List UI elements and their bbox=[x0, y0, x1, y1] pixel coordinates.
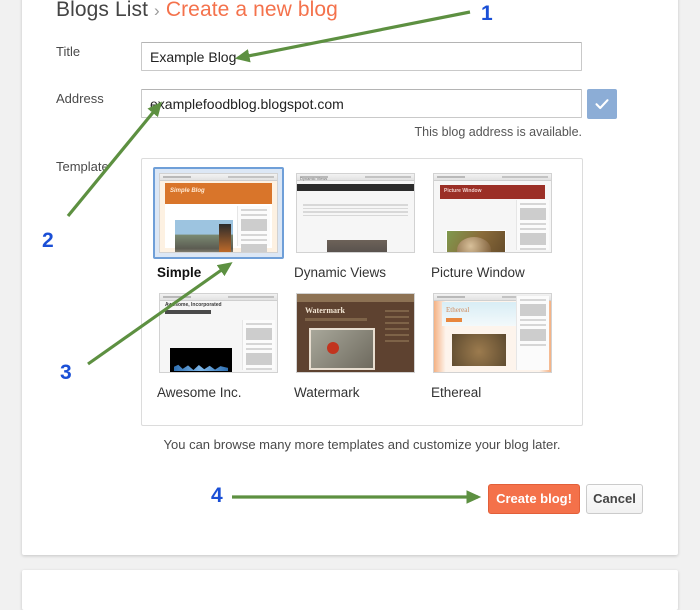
breadcrumb-separator-icon: › bbox=[154, 1, 160, 20]
thumbnail-content-area bbox=[165, 204, 272, 252]
thumbnail-photo bbox=[170, 348, 232, 372]
template-thumbnail-dynamic-views: Dynamic Views bbox=[296, 173, 415, 253]
template-option-ethereal[interactable]: Ethereal Ethereal bbox=[427, 287, 564, 400]
thumbnail-sidebar bbox=[516, 200, 549, 250]
breadcrumb-current: Create a new blog bbox=[165, 0, 338, 21]
template-thumbnail-picture-window: Picture Window bbox=[433, 173, 552, 253]
thumbnail-browser-bar-icon bbox=[297, 294, 414, 302]
thumbnail-blog-title: Simple Blog bbox=[170, 188, 205, 194]
template-picker-panel: Simple Blog Simple Dynamic Views Dynamic… bbox=[141, 158, 583, 426]
template-option-simple[interactable]: Simple Blog Simple bbox=[153, 167, 290, 280]
address-confirm-button[interactable] bbox=[587, 89, 617, 119]
thumbnail-nav-band bbox=[305, 318, 367, 321]
thumbnail-nav-band bbox=[297, 184, 414, 191]
template-thumbnail-wrap: Dynamic Views bbox=[290, 167, 421, 259]
thumbnail-sidebar bbox=[242, 320, 275, 370]
thumbnail-content-area bbox=[297, 198, 414, 252]
create-blog-button[interactable]: Create blog! bbox=[488, 484, 580, 514]
template-name-simple: Simple bbox=[157, 265, 202, 280]
annotation-number-2: 2 bbox=[42, 229, 54, 252]
template-option-dynamic-views[interactable]: Dynamic Views Dynamic Views bbox=[290, 167, 427, 280]
check-icon bbox=[594, 96, 610, 112]
thumbnail-sidebar bbox=[516, 296, 549, 370]
thumbnail-sidebar bbox=[237, 206, 270, 252]
template-name-ethereal: Ethereal bbox=[431, 385, 482, 400]
template-thumbnail-wrap: Ethereal bbox=[427, 287, 558, 379]
breadcrumb: Blogs List › Create a new blog bbox=[56, 0, 338, 22]
thumbnail-browser-bar-icon bbox=[434, 174, 551, 181]
template-name-dynamic-views: Dynamic Views bbox=[294, 265, 387, 280]
annotation-number-4: 4 bbox=[211, 484, 223, 507]
annotation-number-3: 3 bbox=[60, 361, 72, 384]
title-input[interactable] bbox=[141, 42, 582, 71]
template-label: Template bbox=[56, 159, 109, 174]
thumbnail-photo bbox=[452, 334, 506, 366]
address-availability-status: This blog address is available. bbox=[414, 125, 582, 139]
cancel-button[interactable]: Cancel bbox=[586, 484, 643, 514]
template-thumbnail-wrap: Simple Blog bbox=[153, 167, 284, 259]
thumbnail-blog-title: Dynamic Views bbox=[300, 176, 328, 181]
thumbnail-header-band: Simple Blog bbox=[165, 183, 272, 204]
template-help-text: You can browse many more templates and c… bbox=[163, 437, 561, 452]
thumbnail-header-band: Picture Window bbox=[440, 185, 545, 199]
thumbnail-blog-title: Watermark bbox=[305, 306, 345, 315]
address-label: Address bbox=[56, 91, 104, 106]
thumbnail-badge bbox=[446, 318, 462, 322]
template-thumbnail-ethereal: Ethereal bbox=[433, 293, 552, 373]
template-option-watermark[interactable]: Watermark Watermark bbox=[290, 287, 427, 400]
annotation-number-1: 1 bbox=[481, 2, 493, 25]
thumbnail-content-area bbox=[434, 198, 551, 252]
thumbnail-blog-title: Ethereal bbox=[446, 306, 470, 314]
thumbnail-nav-band bbox=[165, 310, 211, 314]
secondary-content-card bbox=[22, 570, 678, 610]
thumbnail-photo bbox=[309, 328, 375, 370]
template-option-awesome-inc[interactable]: Awesome, Incorporated Awesome Inc. bbox=[153, 287, 290, 400]
template-thumbnail-wrap: Picture Window bbox=[427, 167, 558, 259]
thumbnail-browser-bar-icon bbox=[160, 294, 277, 301]
thumbnail-photo bbox=[446, 230, 506, 252]
thumbnail-photo bbox=[327, 240, 387, 252]
template-thumbnail-wrap: Watermark bbox=[290, 287, 421, 379]
template-option-picture-window[interactable]: Picture Window Picture Window bbox=[427, 167, 564, 280]
address-input[interactable] bbox=[141, 89, 582, 118]
template-thumbnail-watermark: Watermark bbox=[296, 293, 415, 373]
thumbnail-content-area bbox=[160, 318, 277, 372]
thumbnail-blog-title: Awesome, Incorporated bbox=[165, 302, 222, 308]
template-thumbnail-awesome-inc: Awesome, Incorporated bbox=[159, 293, 278, 373]
thumbnail-blog-title: Picture Window bbox=[444, 188, 482, 194]
template-name-watermark: Watermark bbox=[294, 385, 360, 400]
title-label: Title bbox=[56, 44, 81, 59]
template-name-picture-window: Picture Window bbox=[431, 265, 525, 280]
template-thumbnail-simple: Simple Blog bbox=[159, 173, 278, 253]
template-name-awesome-inc: Awesome Inc. bbox=[157, 385, 242, 400]
template-thumbnail-wrap: Awesome, Incorporated bbox=[153, 287, 284, 379]
breadcrumb-parent-link[interactable]: Blogs List bbox=[56, 0, 148, 21]
thumbnail-photo bbox=[175, 220, 233, 252]
thumbnail-browser-bar-icon bbox=[160, 174, 277, 181]
thumbnail-sidebar bbox=[383, 306, 411, 368]
template-grid: Simple Blog Simple Dynamic Views Dynamic… bbox=[153, 167, 573, 407]
